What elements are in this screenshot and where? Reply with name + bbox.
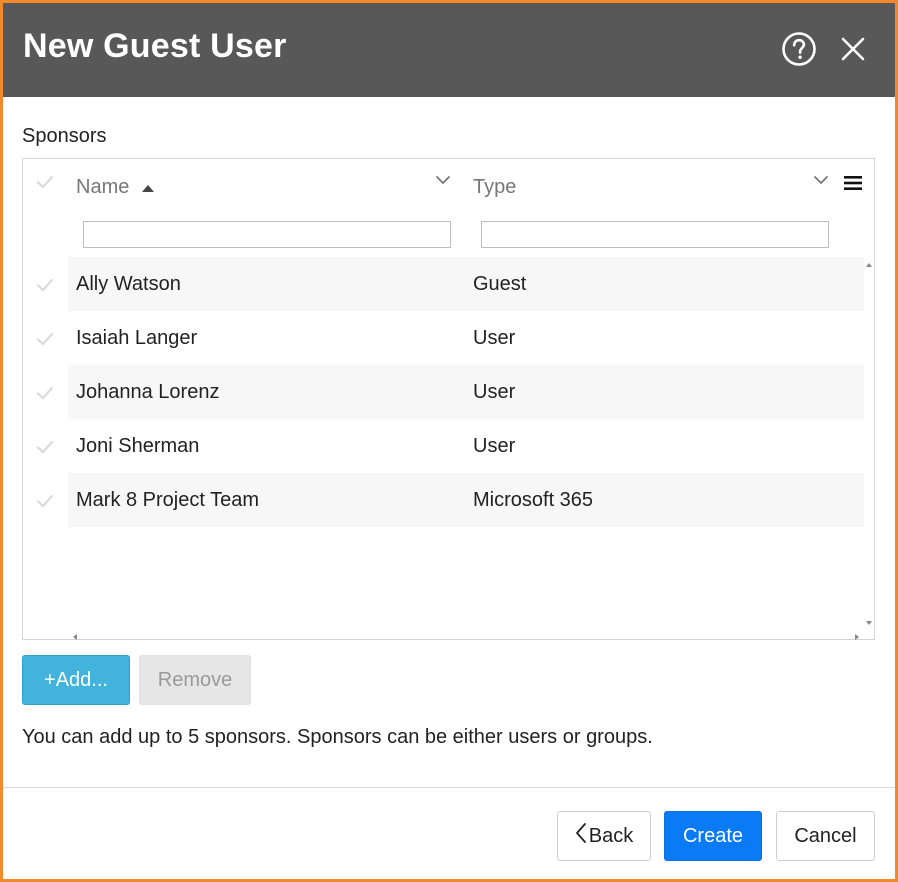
- new-guest-user-dialog: New Guest User Sponsors Name Type Ally W…: [0, 0, 898, 882]
- cell-type: Guest: [473, 273, 527, 295]
- grid-header: Name Type: [23, 159, 874, 255]
- name-filter-input[interactable]: [83, 221, 451, 248]
- table-row[interactable]: Ally Watson Guest: [23, 257, 874, 311]
- row-background: [68, 257, 864, 311]
- cell-name: Ally Watson: [76, 273, 181, 295]
- scroll-left-arrow-icon[interactable]: [71, 629, 79, 640]
- row-check-icon[interactable]: [35, 491, 55, 516]
- scroll-down-arrow-icon[interactable]: [865, 615, 873, 625]
- column-header-type[interactable]: Type: [473, 176, 516, 199]
- close-icon[interactable]: [837, 31, 869, 67]
- column-menu-chevron-down-icon[interactable]: [435, 173, 451, 191]
- sort-ascending-icon: [141, 176, 155, 199]
- remove-button-label: Remove: [157, 668, 233, 691]
- chevron-left-icon: [575, 822, 587, 850]
- row-check-icon[interactable]: [35, 275, 55, 300]
- add-button-label: +Add...: [44, 668, 108, 691]
- cell-name: Joni Sherman: [76, 435, 200, 457]
- cancel-button-label: Cancel: [794, 824, 857, 847]
- cell-type: User: [473, 381, 516, 403]
- grid-rows: Ally Watson Guest Isaiah Langer User Joh…: [23, 257, 874, 527]
- cell-name: Mark 8 Project Team: [76, 489, 260, 511]
- table-row[interactable]: Johanna Lorenz User: [23, 365, 874, 419]
- column-menu-chevron-down-icon[interactable]: [813, 173, 829, 191]
- scroll-right-arrow-icon[interactable]: [853, 629, 861, 640]
- create-button-label: Create: [682, 824, 744, 847]
- column-header-name[interactable]: Name: [76, 176, 155, 199]
- back-button[interactable]: Back: [557, 811, 651, 861]
- footer-divider: [3, 787, 895, 788]
- table-row[interactable]: Isaiah Langer User: [23, 311, 874, 365]
- add-sponsor-button[interactable]: +Add...: [22, 655, 130, 705]
- grid-menu-hamburger-icon[interactable]: [843, 175, 863, 196]
- cell-type: User: [473, 327, 516, 349]
- select-all-check-icon[interactable]: [35, 172, 55, 197]
- create-button[interactable]: Create: [664, 811, 762, 861]
- table-row[interactable]: Joni Sherman User: [23, 419, 874, 473]
- cancel-button[interactable]: Cancel: [776, 811, 875, 861]
- cell-name: Johanna Lorenz: [76, 381, 220, 403]
- cell-name: Isaiah Langer: [76, 327, 198, 349]
- type-filter-input[interactable]: [481, 221, 829, 248]
- row-check-icon[interactable]: [35, 437, 55, 462]
- sponsors-label: Sponsors: [22, 125, 107, 147]
- table-row[interactable]: Mark 8 Project Team Microsoft 365: [23, 473, 874, 527]
- cell-type: User: [473, 435, 516, 457]
- remove-sponsor-button[interactable]: Remove: [139, 655, 251, 705]
- dialog-titlebar: New Guest User: [3, 3, 895, 97]
- sponsors-hint-text: You can add up to 5 sponsors. Sponsors c…: [22, 726, 653, 748]
- help-icon[interactable]: [781, 31, 817, 67]
- scroll-up-arrow-icon[interactable]: [865, 257, 873, 267]
- column-header-name-label: Name: [76, 176, 130, 198]
- cell-type: Microsoft 365: [473, 489, 594, 511]
- back-button-label: Back: [588, 824, 634, 847]
- row-check-icon[interactable]: [35, 383, 55, 408]
- row-check-icon[interactable]: [35, 329, 55, 354]
- sponsors-grid: Name Type Ally Watson Guest Isaiah Lange…: [22, 158, 875, 640]
- dialog-title: New Guest User: [23, 27, 287, 65]
